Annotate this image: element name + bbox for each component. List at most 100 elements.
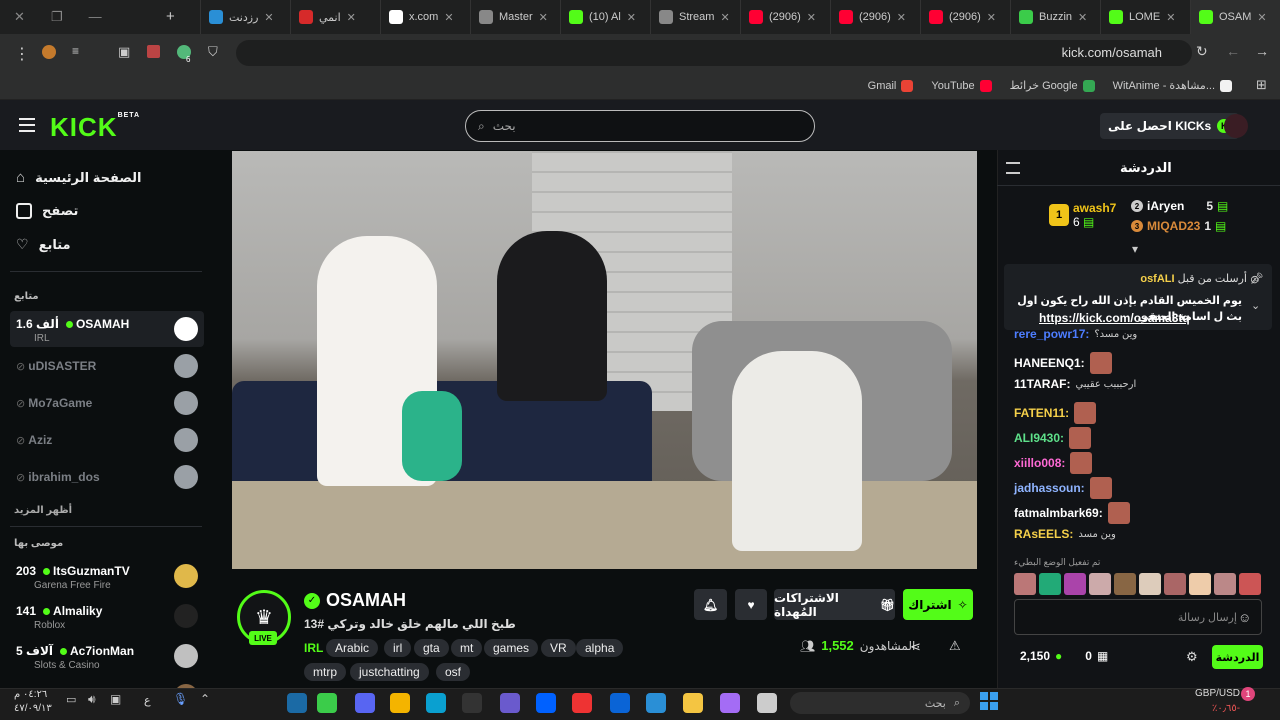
quick-emote-icon[interactable] — [1189, 573, 1211, 595]
notification-badge[interactable]: 1 — [1241, 687, 1255, 701]
tab-close-icon[interactable]: ✕ — [807, 11, 816, 24]
stream-tag[interactable]: mt — [451, 639, 483, 657]
sidebar-channel[interactable]: ⊘ ibrahim_dos — [10, 459, 204, 495]
bookmark-item[interactable]: خرائط Google — [1010, 79, 1095, 92]
app-icon[interactable] — [500, 693, 520, 713]
notification-bell-button[interactable]: 🔔︎ — [694, 589, 727, 620]
send-chat-button[interactable]: الدردشة — [1212, 645, 1263, 669]
tab-close-icon[interactable]: ✕ — [347, 11, 356, 24]
leaderboard-second[interactable]: 2 iAryen 5 ▤ — [1131, 199, 1228, 213]
expand-leaderboard-icon[interactable]: ▾ — [1132, 242, 1138, 256]
chat-username[interactable]: xiillo008: — [1014, 456, 1065, 470]
quick-emote-icon[interactable] — [1114, 573, 1136, 595]
chat-username[interactable]: FATEN11: — [1014, 406, 1069, 420]
discord-icon[interactable] — [355, 693, 375, 713]
shield-icon[interactable]: ⛉ — [208, 44, 218, 60]
back-icon[interactable]: → — [1255, 43, 1269, 59]
quick-emote-icon[interactable] — [1039, 573, 1061, 595]
hamburger-menu-icon[interactable] — [19, 118, 35, 132]
taskbar-search[interactable]: بحث ⌕ — [790, 692, 970, 714]
quick-emote-icon[interactable] — [1014, 573, 1036, 595]
browser-tab[interactable]: رزدنت ✕ — [200, 0, 290, 34]
quick-emote-icon[interactable] — [1139, 573, 1161, 595]
follow-heart-button[interactable]: ♥ — [735, 589, 767, 620]
stream-tag[interactable]: VR — [541, 639, 576, 657]
browser-tab[interactable]: LOME ✕ — [1100, 0, 1190, 34]
tab-close-icon[interactable]: ✕ — [539, 11, 548, 24]
windows-start-button[interactable] — [980, 692, 998, 710]
chat-username[interactable]: ALI9430: — [1014, 431, 1064, 445]
gift-subs-button[interactable]: الاشتراكات المُهداة 🎁︎ — [774, 589, 895, 620]
kicks-balance[interactable]: 2,150 ● 0 ▦ — [1020, 649, 1108, 663]
extension-icon[interactable]: ≡ — [72, 44, 79, 58]
stream-tag[interactable]: Arabic — [326, 639, 379, 657]
browser-tab[interactable]: x.com ✕ — [380, 0, 470, 34]
restore-window-icon[interactable]: ❐ — [51, 9, 63, 25]
streamer-name[interactable]: ✓ OSAMAH — [304, 590, 406, 611]
outlook-icon[interactable] — [610, 693, 630, 713]
share-icon[interactable]: ⋖ — [910, 639, 921, 655]
chat-username[interactable]: HANEENQ1: — [1014, 356, 1085, 370]
file-explorer-icon[interactable] — [683, 693, 703, 713]
sidebar-channel[interactable]: 5 آلاف Ac7ionMan Slots & Casino — [10, 638, 204, 674]
dropbox-icon[interactable] — [536, 693, 556, 713]
app-icon[interactable] — [720, 693, 740, 713]
tab-close-icon[interactable]: ✕ — [1257, 11, 1266, 24]
url-text[interactable]: kick.com/osamah — [1062, 45, 1162, 60]
chrome-icon[interactable] — [390, 693, 410, 713]
apps-grid-icon[interactable]: ⊞ — [1256, 77, 1267, 93]
network-icon[interactable]: ▣ — [110, 692, 121, 706]
nav-home[interactable]: ⌂ الصفحة الرئيسية — [16, 169, 141, 186]
epic-games-icon[interactable] — [462, 693, 482, 713]
browser-tab[interactable]: OSAM ✕ — [1190, 0, 1280, 34]
collapse-chat-icon[interactable] — [1006, 162, 1020, 174]
chat-username[interactable]: 11TARAF: — [1014, 377, 1070, 391]
tab-close-icon[interactable]: ✕ — [444, 11, 453, 24]
video-player[interactable] — [232, 151, 977, 569]
kick-logo[interactable]: KICKBETA — [50, 112, 140, 143]
sidebar-channel[interactable]: 203 ItsGuzmanTV Garena Free Fire — [10, 558, 204, 594]
minimize-window-icon[interactable]: — — [89, 9, 102, 25]
unpin-icon[interactable]: ⊘ — [1250, 273, 1259, 286]
browser-tab[interactable]: (10) Al ✕ — [560, 0, 650, 34]
sidebar-channel[interactable]: ⊘ Mo7aGame — [10, 385, 204, 421]
close-window-icon[interactable]: ✕ — [14, 9, 25, 25]
browser-tab[interactable]: انمي ✕ — [290, 0, 380, 34]
tray-expand-icon[interactable]: ⌃ — [200, 692, 210, 706]
sidebar-channel[interactable]: ⊘ uDISASTER — [10, 348, 204, 384]
stream-category[interactable]: IRL — [304, 641, 323, 655]
subscribe-button[interactable]: اشتراك ✧ — [903, 589, 973, 620]
app-icon[interactable] — [317, 693, 337, 713]
browser-tab[interactable]: Stream ✕ — [650, 0, 740, 34]
sidebar-channel[interactable]: 141 Almaliky Roblox — [10, 598, 204, 634]
volume-icon[interactable]: 🔊︎ — [88, 692, 96, 707]
stream-tag[interactable]: alpha — [576, 639, 624, 657]
steam-icon[interactable] — [287, 693, 307, 713]
get-kicks-button[interactable]: احصل على KICKs K — [1100, 113, 1240, 139]
chat-username[interactable]: RAsEELS: — [1014, 527, 1073, 541]
sidebar-channel[interactable]: 1.6 ألف OSAMAH IRL — [10, 311, 204, 347]
stream-tag[interactable]: justchatting — [350, 663, 429, 681]
bookmark-item[interactable]: WitAnime - مشاهدة... — [1113, 79, 1232, 92]
chat-username[interactable]: fatmalmbark69: — [1014, 506, 1103, 520]
tab-close-icon[interactable]: ✕ — [987, 11, 996, 24]
stream-tag[interactable]: irl — [384, 639, 412, 657]
forward-icon[interactable]: ← — [1226, 43, 1240, 59]
report-icon[interactable]: ⚠ — [949, 638, 961, 654]
bookmark-item[interactable]: Gmail — [868, 79, 914, 92]
app-icon[interactable] — [757, 693, 777, 713]
microphone-icon[interactable]: 🎙︎ — [173, 692, 188, 706]
extension-icon[interactable] — [42, 45, 56, 59]
browser-tab[interactable]: Buzzin ✕ — [1010, 0, 1100, 34]
chevron-down-icon[interactable]: ⌄ — [1251, 299, 1260, 312]
chat-settings-icon[interactable]: ⚙ — [1186, 649, 1198, 665]
sidebar-channel[interactable]: ⊘ Aziz — [10, 422, 204, 458]
store-icon[interactable] — [646, 693, 666, 713]
extension-icon[interactable] — [147, 45, 160, 58]
browser-tab[interactable]: (2906) ✕ — [740, 0, 830, 34]
stream-tag[interactable]: osf — [436, 663, 471, 681]
quick-emote-icon[interactable] — [1239, 573, 1261, 595]
chat-username[interactable]: rere_powr17: — [1014, 327, 1089, 341]
stream-tag[interactable]: games — [484, 639, 539, 657]
tab-close-icon[interactable]: ✕ — [720, 11, 729, 24]
